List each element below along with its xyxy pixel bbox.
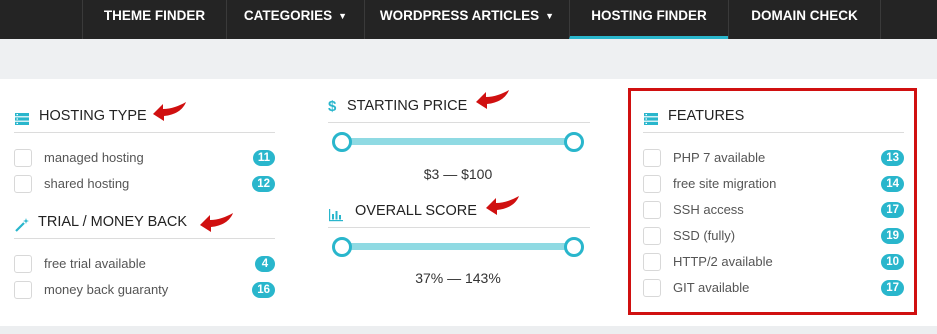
bottom-divider (0, 326, 937, 334)
slider-max-handle[interactable] (564, 132, 584, 152)
filter-option-shared-hosting[interactable]: shared hosting 12 (14, 174, 275, 194)
section-title: STARTING PRICE (347, 98, 468, 114)
magic-wand-icon (15, 218, 29, 232)
checkbox[interactable] (14, 255, 32, 273)
nav-categories[interactable]: CATEGORIES ▼ (226, 0, 364, 39)
nav-theme-finder[interactable]: THEME FINDER (82, 0, 226, 39)
price-range-slider[interactable] (332, 131, 584, 153)
slider-min-handle[interactable] (332, 132, 352, 152)
option-label: free trial available (44, 256, 146, 271)
nav-divider (880, 0, 881, 39)
checkbox[interactable] (14, 281, 32, 299)
highlight-frame (628, 88, 917, 315)
red-arrow-icon (153, 102, 186, 121)
score-range-value: 37% — 143% (415, 270, 501, 286)
red-arrow-icon (200, 213, 233, 232)
filter-option-free-trial[interactable]: free trial available 4 (14, 254, 275, 274)
section-title: HOSTING TYPE (39, 108, 147, 124)
checkbox[interactable] (14, 149, 32, 167)
section-title: TRIAL / MONEY BACK (38, 214, 188, 230)
slider-min-handle[interactable] (332, 237, 352, 257)
section-title: OVERALL SCORE (355, 203, 477, 219)
nav-label: WORDPRESS ARTICLES (379, 8, 540, 23)
nav-wordpress-articles[interactable]: WORDPRESS ARTICLES ▼ (364, 0, 569, 39)
price-range-value: $3 — $100 (423, 166, 493, 182)
score-range-slider[interactable] (332, 236, 584, 258)
grey-band (0, 39, 937, 79)
nav-hosting-finder[interactable]: HOSTING FINDER (569, 0, 728, 39)
option-label: money back guaranty (44, 282, 169, 297)
count-badge: 12 (252, 176, 275, 192)
nav-label: THEME FINDER (103, 8, 206, 23)
hosting-type-header: HOSTING TYPE (14, 107, 275, 133)
nav-label: HOSTING FINDER (591, 8, 707, 23)
red-arrow-icon (486, 196, 519, 215)
nav-domain-check[interactable]: DOMAIN CHECK (728, 0, 880, 39)
filter-option-money-back[interactable]: money back guaranty 16 (14, 280, 275, 300)
starting-price-header: $ STARTING PRICE (328, 97, 590, 123)
count-badge: 16 (252, 282, 275, 298)
option-label: managed hosting (44, 150, 144, 165)
dollar-icon: $ (328, 98, 337, 115)
checkbox[interactable] (14, 175, 32, 193)
top-nav: THEME FINDER CATEGORIES ▼ WORDPRESS ARTIC… (0, 0, 937, 39)
count-badge: 4 (255, 256, 275, 272)
filter-option-managed-hosting[interactable]: managed hosting 11 (14, 148, 275, 168)
option-label: shared hosting (44, 176, 130, 191)
nav-label: CATEGORIES (243, 8, 333, 23)
chevron-down-icon: ▼ (338, 11, 348, 21)
red-arrow-icon (476, 90, 509, 109)
slider-track (340, 138, 576, 145)
chevron-down-icon: ▼ (545, 11, 555, 21)
server-list-icon (15, 113, 29, 125)
count-badge: 11 (252, 150, 275, 166)
slider-track (340, 243, 576, 250)
bar-chart-icon (329, 209, 343, 222)
overall-score-header: OVERALL SCORE (328, 202, 590, 228)
nav-label: DOMAIN CHECK (751, 8, 858, 23)
slider-max-handle[interactable] (564, 237, 584, 257)
